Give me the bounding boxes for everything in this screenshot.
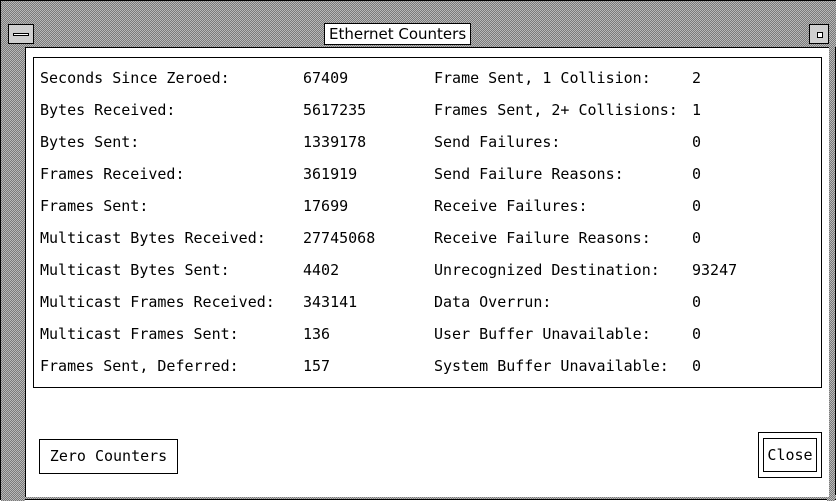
minimize-button[interactable] [809, 24, 829, 44]
default-button-frame: Close [758, 432, 822, 478]
counter-value: 0 [692, 325, 702, 343]
counter-label: Send Failure Reasons: [434, 165, 624, 183]
counter-value: 1 [692, 101, 702, 119]
counter-label: Receive Failure Reasons: [434, 229, 651, 247]
counter-label: Bytes Sent: [40, 133, 140, 151]
counter-label: Seconds Since Zeroed: [40, 69, 230, 87]
counter-label: Multicast Frames Sent: [40, 325, 239, 343]
counter-label: Multicast Bytes Received: [40, 229, 266, 247]
window-border-left[interactable] [1, 47, 25, 501]
counter-value: 0 [692, 293, 702, 311]
counter-value: 17699 [303, 197, 349, 215]
counters-panel: Seconds Since Zeroed: 67409 Bytes Receiv… [33, 57, 822, 388]
counter-label: User Buffer Unavailable: [434, 325, 651, 343]
counter-label: Unrecognized Destination: [434, 261, 660, 279]
counter-value: 0 [692, 229, 702, 247]
counter-label: Frames Sent, 2+ Collisions: [434, 101, 678, 119]
counter-value: 27745068 [303, 229, 376, 247]
counter-label: System Buffer Unavailable: [434, 357, 669, 375]
title-bar[interactable]: Ethernet Counters [1, 1, 836, 47]
counter-label: Multicast Frames Received: [40, 293, 275, 311]
counter-value: 0 [692, 197, 702, 215]
counter-label: Frames Received: [40, 165, 185, 183]
window-menu-button[interactable] [8, 24, 34, 44]
window-menu-icon [13, 33, 29, 36]
zero-counters-button[interactable]: Zero Counters [39, 439, 178, 474]
counter-label: Frame Sent, 1 Collision: [434, 69, 651, 87]
counter-label: Send Failures: [434, 133, 561, 151]
counter-label: Bytes Received: [40, 101, 176, 119]
counter-value: 361919 [303, 165, 358, 183]
counter-label: Frames Sent: [40, 197, 149, 215]
counter-value: 136 [303, 325, 331, 343]
counter-value: 0 [692, 165, 702, 183]
counter-value: 4402 [303, 261, 340, 279]
minimize-icon [817, 32, 823, 38]
counter-value: 343141 [303, 293, 358, 311]
counter-label: Frames Sent, Deferred: [40, 357, 239, 375]
counter-value: 1339178 [303, 133, 367, 151]
counter-value: 0 [692, 357, 702, 375]
close-button[interactable]: Close [763, 438, 817, 472]
counter-value: 2 [692, 69, 702, 87]
window-title: Ethernet Counters [324, 23, 472, 45]
counter-value: 67409 [303, 69, 349, 87]
counter-value: 0 [692, 133, 702, 151]
counter-label: Multicast Bytes Sent: [40, 261, 230, 279]
window: Ethernet Counters Seconds Since Zeroed: … [0, 0, 836, 501]
counter-label: Receive Failures: [434, 197, 588, 215]
counter-value: 5617235 [303, 101, 367, 119]
counter-value: 93247 [692, 261, 738, 279]
counter-label: Data Overrun: [434, 293, 552, 311]
counter-value: 157 [303, 357, 331, 375]
dialog-body: Seconds Since Zeroed: 67409 Bytes Receiv… [25, 47, 829, 497]
